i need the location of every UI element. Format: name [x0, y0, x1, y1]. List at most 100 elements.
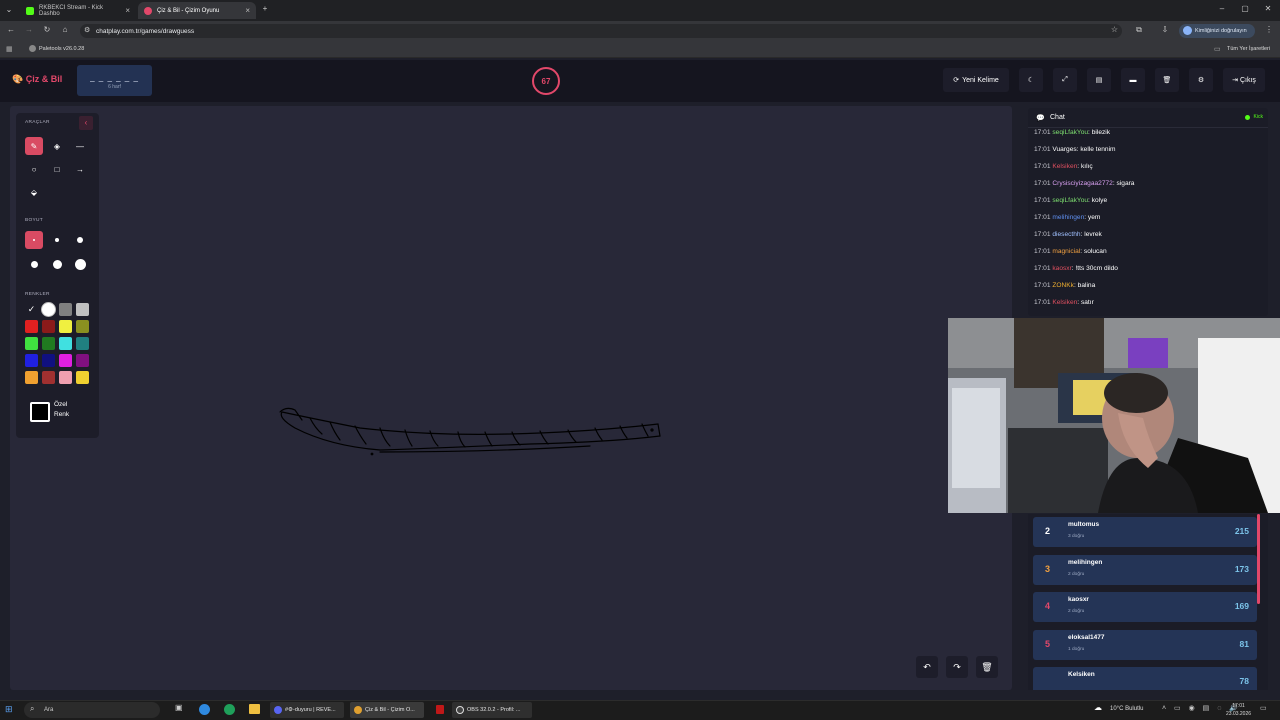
color-swatch[interactable] — [25, 337, 38, 350]
leaderboard-row: 3 melihingen 2 doğru 173 — [1033, 554, 1257, 585]
fullscreen-button[interactable]: ⤢ — [1053, 68, 1077, 92]
layout-button[interactable]: ▤ — [1087, 68, 1111, 92]
task-view-icon[interactable]: ▣ — [175, 703, 183, 712]
settings-button[interactable]: ⚙ — [1189, 68, 1213, 92]
drawing-canvas[interactable] — [10, 106, 1012, 690]
color-swatch[interactable] — [59, 320, 72, 333]
maximize-icon[interactable]: ▢ — [1239, 4, 1251, 13]
size-2-button[interactable] — [48, 231, 66, 249]
message-user[interactable]: Kelsiken — [1052, 299, 1077, 306]
color-swatch[interactable] — [59, 371, 72, 384]
message-user[interactable]: melihingen — [1052, 214, 1084, 221]
color-swatch[interactable] — [59, 354, 72, 367]
rectangle-tool-button[interactable]: □ — [48, 160, 66, 178]
taskbar-app-obs[interactable]: OBS 32.0.2 - Profil: ... — [452, 702, 532, 718]
circle-icon: ○ — [31, 164, 37, 174]
undo-button[interactable]: ↶ — [916, 656, 938, 678]
circle-tool-button[interactable]: ○ — [25, 160, 43, 178]
color-swatch[interactable] — [25, 371, 38, 384]
exit-button[interactable]: ⇥ Çıkış — [1223, 68, 1265, 92]
apps-grid-icon[interactable]: ▦ — [6, 45, 13, 53]
size-6-button[interactable] — [71, 255, 89, 273]
download-icon[interactable]: ⇩ — [1159, 25, 1171, 34]
color-swatch[interactable] — [25, 354, 38, 367]
size-4-button[interactable] — [25, 255, 43, 273]
weather-text[interactable]: 10°C Bulutlu — [1110, 706, 1143, 712]
pen-tool-button[interactable]: ✎ — [25, 137, 43, 155]
line-tool-button[interactable]: — — [71, 137, 89, 155]
bookmarks-bar: ▦ Paletools v26.0.28 ▭ Tüm Yer İşaretler… — [0, 41, 1280, 58]
message-user[interactable]: ZONKk — [1052, 282, 1074, 289]
scrollbar[interactable] — [1257, 514, 1260, 604]
eraser-tool-button[interactable]: ◈ — [48, 137, 66, 155]
color-swatch[interactable] — [42, 320, 55, 333]
message-user[interactable]: magnicial — [1052, 248, 1080, 255]
tab-search-icon[interactable]: ⌄ — [4, 5, 14, 14]
color-swatch[interactable] — [42, 371, 55, 384]
message-user[interactable]: kaosxr — [1052, 265, 1071, 272]
site-info-icon[interactable]: ⚙ — [84, 26, 90, 34]
size-5-button[interactable] — [48, 255, 66, 273]
close-window-icon[interactable]: ✕ — [1262, 4, 1274, 13]
verify-identity-button[interactable]: Kimliğinizi doğrulayın — [1179, 24, 1255, 38]
browser-menu-icon[interactable]: ⋮ — [1264, 25, 1274, 34]
firefox-icon[interactable] — [199, 704, 210, 715]
size-3-button[interactable] — [71, 231, 89, 249]
custom-color-button[interactable] — [30, 402, 50, 422]
pdf-app-icon[interactable] — [436, 705, 444, 714]
color-swatch[interactable] — [59, 303, 72, 316]
color-swatch[interactable] — [76, 320, 89, 333]
new-word-button[interactable]: ⟳ Yeni Kelime — [943, 68, 1009, 92]
color-swatch[interactable] — [76, 303, 89, 316]
chat-title: Chat — [1050, 114, 1065, 121]
color-swatch[interactable] — [42, 354, 55, 367]
message-user[interactable]: seqiLfakYou — [1052, 129, 1088, 136]
dark-mode-button[interactable]: ☾ — [1019, 68, 1043, 92]
color-swatch[interactable] — [76, 337, 89, 350]
message-user[interactable]: Crysisciyizagaa2772 — [1052, 180, 1112, 187]
arrow-tool-button[interactable]: → — [71, 160, 89, 178]
color-swatch[interactable] — [76, 354, 89, 367]
message-user[interactable]: seqiLfakYou — [1052, 197, 1088, 204]
file-explorer-icon[interactable] — [249, 704, 260, 714]
edge-icon[interactable] — [224, 704, 235, 715]
close-tab-icon[interactable]: × — [245, 6, 250, 15]
window-button[interactable]: ▬ — [1121, 68, 1145, 92]
delete-button[interactable]: 🗑 — [1155, 68, 1179, 92]
tab-ciz-bil[interactable]: Çiz & Bil - Çizim Oyunu × — [138, 2, 256, 19]
home-icon[interactable]: ⌂ — [59, 25, 71, 34]
taskbar-search[interactable]: ⌕ Ara — [24, 702, 160, 718]
message-user[interactable]: Kelsiken — [1052, 163, 1077, 170]
color-swatch[interactable] — [42, 303, 55, 316]
fill-tool-button[interactable]: ⬙ — [25, 183, 43, 201]
forward-icon[interactable]: → — [23, 25, 35, 34]
bookmark-paletools[interactable]: Paletools v26.0.28 — [39, 46, 84, 52]
app-logo[interactable]: 🎨 Çiz & Bil — [12, 74, 62, 85]
color-swatch[interactable] — [59, 337, 72, 350]
bookmark-star-icon[interactable]: ☆ — [1111, 25, 1118, 34]
redo-button[interactable]: ↷ — [946, 656, 968, 678]
new-tab-icon[interactable]: + — [259, 4, 271, 13]
size-1-button[interactable] — [25, 231, 43, 249]
close-tab-icon[interactable]: × — [125, 6, 130, 15]
url-bar[interactable]: ⚙ chatplay.com.tr/games/drawguess ☆ — [80, 24, 1122, 38]
back-icon[interactable]: ← — [5, 25, 17, 34]
clear-canvas-button[interactable]: 🗑 — [976, 656, 998, 678]
clock[interactable]: 17:01 23.03.2026 — [1226, 702, 1251, 718]
reload-icon[interactable]: ↻ — [41, 25, 53, 34]
extensions-icon[interactable]: ⧉ — [1133, 25, 1145, 35]
minimize-icon[interactable]: – — [1216, 4, 1228, 13]
color-swatch[interactable] — [42, 337, 55, 350]
taskbar-app-discord[interactable]: #⚙-duyuru | REVE... — [270, 702, 344, 718]
tab-kick-dashboard[interactable]: RKBEKCI Stream - Kick Dashbo × — [20, 2, 136, 19]
color-swatch[interactable] — [76, 371, 89, 384]
all-bookmarks[interactable]: Tüm Yer İşaretleri — [1227, 46, 1270, 52]
message-user[interactable]: diesecthh — [1052, 231, 1080, 238]
taskbar-app-chrome[interactable]: Çiz & Bil - Çizim O... — [350, 702, 424, 718]
collapse-panel-button[interactable]: ‹ — [79, 116, 93, 130]
color-swatch[interactable] — [25, 320, 38, 333]
color-swatch[interactable]: ✓ — [25, 303, 38, 316]
notification-icon[interactable]: ▭ — [1260, 704, 1267, 712]
windows-start-icon[interactable]: ⊞ — [5, 704, 13, 715]
message-user[interactable]: Vuarges — [1052, 146, 1076, 153]
